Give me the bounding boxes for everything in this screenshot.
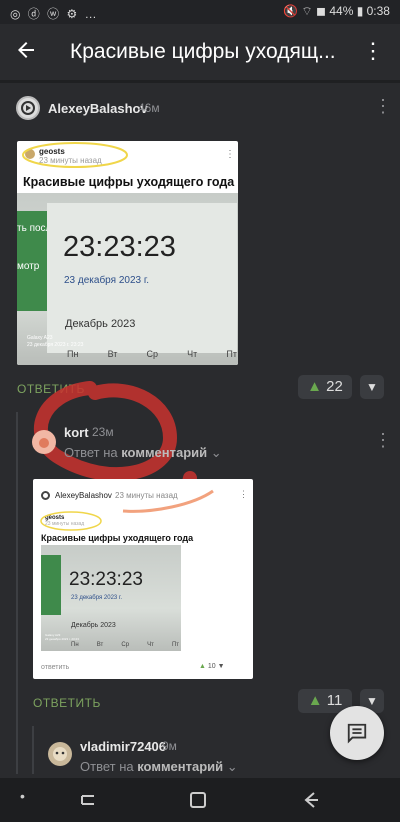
- source-menu-icon: ⋮: [225, 149, 235, 160]
- weekday: Пт: [171, 642, 179, 648]
- comment-image[interactable]: AlexeyBalashov 23 минуты назад ⋮ geosts …: [33, 479, 253, 679]
- quoted-vote-count: 10: [207, 663, 216, 670]
- weekday-row: Пн Вт Ср Чт Пт: [71, 642, 179, 648]
- avatar[interactable]: [32, 430, 56, 454]
- post-heading: Красивые цифры уходящего года: [23, 175, 235, 189]
- reply-button[interactable]: ОТВЕТИТЬ: [33, 696, 101, 710]
- weekday: Вт: [107, 349, 118, 359]
- vote-count: 11: [326, 692, 343, 709]
- vote-count: 22: [326, 378, 343, 395]
- comment-time: 46м: [138, 101, 160, 115]
- comment-author[interactable]: vladimir72406: [80, 739, 166, 754]
- quoted-reply-label: ответить: [41, 664, 70, 671]
- comment-menu-icon[interactable]: ⋮: [374, 96, 392, 117]
- avatar[interactable]: [48, 742, 72, 766]
- nav-dot-icon[interactable]: •: [20, 788, 25, 804]
- thread-line: [32, 726, 34, 774]
- reply-to-prefix: Ответ на: [80, 759, 138, 774]
- comment-author[interactable]: AlexeyBalashov: [48, 101, 148, 116]
- quoted-menu-icon: ⋮: [239, 489, 248, 499]
- watermark: 23 декабря 2023 г. 23:23: [45, 637, 79, 641]
- app-header: Красивые цифры уходящ... ⋮: [0, 24, 400, 80]
- watermark: 23 декабря 2023 г. 23:23: [27, 342, 84, 348]
- status-right-info: 🔇 ⌔ ◼ 44% ▮ 0:38: [283, 4, 390, 18]
- page-title: Красивые цифры уходящ...: [70, 40, 336, 63]
- quoted-downvote-icon: ▼: [217, 663, 225, 670]
- quoted-upvote-icon: ▲: [199, 663, 206, 670]
- comment-author[interactable]: kort: [64, 425, 89, 440]
- back-arrow-icon[interactable]: [14, 38, 42, 66]
- weekday: Чт: [147, 642, 154, 648]
- clock-date: 23 декабря 2023 г.: [71, 595, 123, 601]
- quoted-author: AlexeyBalashov: [55, 491, 112, 500]
- photo-left-strip: [41, 555, 61, 615]
- quoted-vote: ▲ 10 ▼: [199, 663, 225, 670]
- reply-to-word: комментарий: [121, 445, 208, 460]
- status-bar: ◎ ⓓ ⓦ ⚙ … 🔇 ⌔ ◼ 44% ▮ 0:38: [0, 0, 400, 24]
- calendar-month: Декабрь 2023: [65, 318, 136, 330]
- weekday: Пт: [226, 349, 237, 359]
- home-icon[interactable]: [188, 790, 208, 810]
- comment-image[interactable]: geosts 23 минуты назад ⋮ Красивые цифры …: [17, 141, 238, 365]
- weekday: Ср: [121, 642, 130, 648]
- weekday-row: Пн Вт Ср Чт Пт: [67, 349, 237, 359]
- weekday: Чт: [187, 349, 198, 359]
- post-heading: Красивые цифры уходящего года: [41, 533, 194, 543]
- back-icon[interactable]: [300, 790, 320, 810]
- system-nav-bar: •: [0, 778, 400, 822]
- photo-side-text: мотр: [17, 261, 40, 272]
- weekday: Пн: [67, 349, 79, 359]
- comment-time: 9м: [162, 739, 177, 753]
- calendar-month: Декабрь 2023: [71, 622, 116, 629]
- recent-apps-icon[interactable]: [78, 790, 98, 810]
- watermark: Galaxy A23: [27, 335, 53, 341]
- highlight-ellipse: [40, 511, 102, 531]
- comment-menu-icon[interactable]: ⋮: [374, 430, 392, 451]
- weekday: Вт: [96, 642, 104, 648]
- reply-to-link[interactable]: Ответ на комментарий ⌄: [64, 445, 222, 461]
- downvote-button[interactable]: ▼: [360, 375, 384, 399]
- upvote-icon[interactable]: ▲: [307, 378, 322, 395]
- vote-counter[interactable]: ▲ 22: [298, 375, 352, 399]
- clock-display: 23:23:23: [69, 569, 143, 590]
- photo: ть посл мотр 23:23:23 23 декабря 2023 г.…: [17, 193, 238, 365]
- header-divider: [0, 80, 400, 83]
- status-left-icons: ◎ ⓓ ⓦ ⚙ …: [10, 7, 99, 21]
- reply-to-link[interactable]: Ответ на комментарий ⌄: [80, 759, 238, 775]
- orange-scribble: [122, 489, 214, 513]
- upvote-icon[interactable]: ▲: [308, 692, 323, 709]
- reply-to-word: комментарий: [137, 759, 224, 774]
- more-options-icon[interactable]: ⋮: [362, 40, 384, 62]
- clock-display: 23:23:23: [63, 231, 176, 263]
- quoted-avatar: [41, 491, 50, 500]
- avatar[interactable]: [16, 96, 40, 120]
- comment-time: 23м: [92, 425, 114, 439]
- weekday: Пн: [71, 642, 79, 648]
- photo: 23:23:23 23 декабря 2023 г. Декабрь 2023…: [41, 545, 181, 651]
- clock-date: 23 декабря 2023 г.: [64, 275, 150, 286]
- comment-icon: [347, 723, 367, 744]
- reply-to-prefix: Ответ на: [64, 445, 122, 460]
- weekday: Ср: [146, 349, 159, 359]
- chevron-down-icon: ⌄: [210, 445, 222, 460]
- thread-line: [16, 412, 18, 774]
- compose-comment-button[interactable]: [330, 706, 384, 760]
- chevron-down-icon: ⌄: [226, 759, 238, 774]
